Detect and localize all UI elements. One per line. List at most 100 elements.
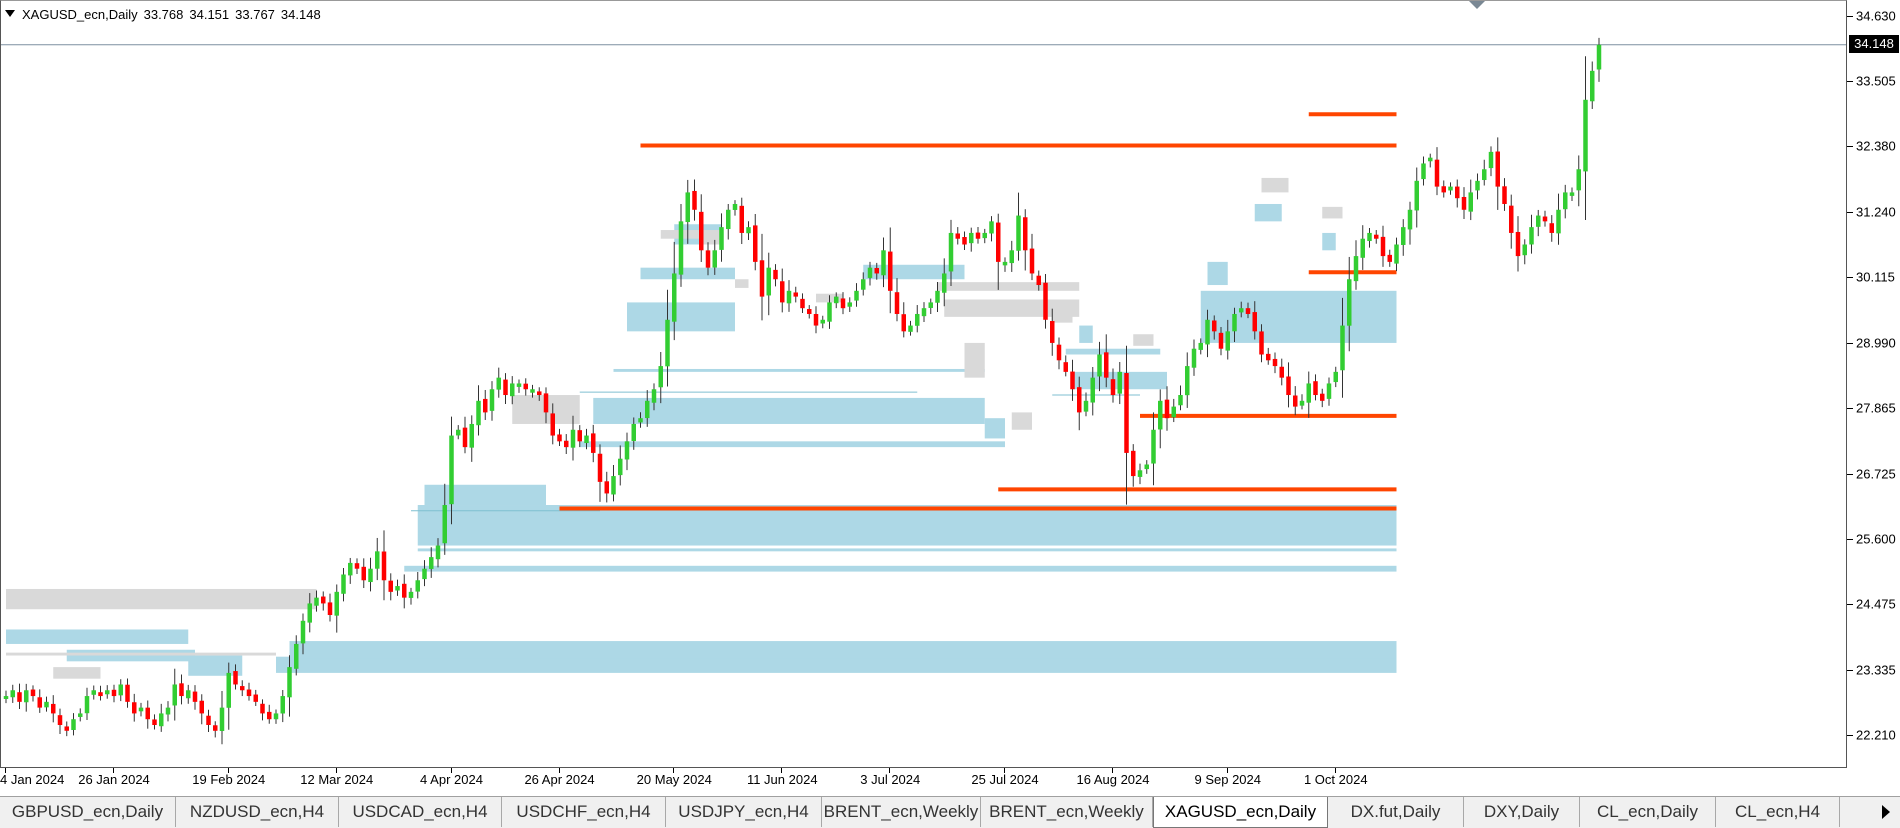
bear-candle — [1124, 373, 1129, 453]
bull-candle — [1090, 377, 1095, 403]
bull-candle — [118, 684, 123, 696]
bull-candle — [867, 267, 873, 278]
bull-candle — [1185, 366, 1190, 396]
bear-candle — [1029, 248, 1035, 274]
tab-xagusd-ecn-daily[interactable]: XAGUSD_ecn,Daily — [1153, 797, 1328, 828]
bear-candle — [699, 211, 704, 251]
bull-candle — [712, 250, 717, 268]
bear-candle — [962, 237, 967, 245]
tab-nzdusd-ecn-h4[interactable]: NZDUSD_ecn,H4 — [176, 797, 339, 827]
tab-cl-ecn-h4[interactable]: CL_ecn,H4 — [1716, 797, 1840, 827]
tab-dx-fut-daily[interactable]: DX.fut,Daily — [1328, 797, 1464, 827]
bull-candle — [651, 389, 657, 403]
price-label: 31.240 — [1856, 204, 1896, 220]
bear-candle — [1063, 362, 1068, 372]
bear-candle — [1104, 352, 1109, 378]
chart-area[interactable]: XAGUSD_ecn,Daily 33.768 34.151 33.767 34.148 — [0, 0, 1847, 768]
chart-shift-marker-icon[interactable] — [1469, 1, 1485, 9]
bull-candle — [645, 400, 650, 419]
bear-candle — [1110, 379, 1116, 396]
bear-candle — [739, 205, 744, 233]
demand-zone — [424, 484, 546, 506]
bull-candle — [1347, 279, 1352, 326]
bear-candle — [564, 440, 569, 448]
bear-candle — [1455, 186, 1460, 199]
bear-candle — [57, 715, 63, 726]
bull-candle — [105, 690, 110, 695]
bear-candle — [591, 433, 596, 453]
bull-candle — [1576, 169, 1581, 191]
price-tick — [1847, 735, 1853, 736]
bear-candle — [1495, 151, 1500, 187]
bear-candle — [557, 434, 562, 442]
bull-candle — [496, 377, 501, 390]
bear-candle — [840, 298, 846, 309]
bear-candle — [1252, 312, 1257, 332]
bear-candle — [894, 292, 900, 314]
bull-candle — [91, 690, 96, 695]
bear-candle — [240, 686, 245, 691]
tab-usdchf-ecn-h4[interactable]: USDCHF_ecn,H4 — [502, 797, 666, 827]
price-axis: 34.148 34.630 33.505 32.380 31.240 30.115 28.… — [1847, 0, 1900, 768]
scroll-right-icon[interactable] — [1882, 805, 1890, 819]
bear-candle — [388, 580, 393, 592]
bear-candle — [543, 393, 549, 413]
price-label: 34.630 — [1856, 8, 1896, 24]
bull-candle — [672, 273, 677, 322]
time-label: 25 Jul 2024 — [971, 772, 1039, 787]
bull-candle — [1205, 319, 1210, 345]
price-label: 28.990 — [1856, 335, 1896, 350]
bear-candle — [773, 269, 778, 280]
bear-candle — [233, 671, 238, 685]
bull-candle — [415, 580, 420, 592]
price-tick — [1847, 669, 1853, 671]
bear-candle — [800, 298, 805, 309]
bear-candle — [1542, 216, 1548, 222]
bull-candle — [1002, 261, 1008, 266]
price-tick — [1847, 342, 1853, 344]
price-label: 32.380 — [1856, 138, 1896, 154]
bear-candle — [51, 703, 56, 714]
bull-candle — [861, 279, 866, 290]
tab-brent-ecn-weekly[interactable]: BRENT_ecn,Weekly — [822, 797, 981, 827]
tab-gbpusd-ecn-daily[interactable]: GBPUSD_ecn,Daily — [0, 797, 176, 827]
bear-candle — [145, 707, 150, 720]
bull-candle — [287, 667, 292, 698]
bull-candle — [1171, 406, 1176, 418]
price-chart[interactable] — [1, 1, 1847, 768]
bear-candle — [975, 232, 981, 239]
collapse-triangle-icon[interactable] — [5, 10, 15, 17]
bull-candle — [138, 707, 144, 712]
tab-usdcad-ecn-h4[interactable]: USDCAD_ecn,H4 — [339, 797, 502, 827]
bull-candle — [429, 557, 434, 569]
bull-candle — [915, 313, 920, 326]
bull-candle — [1353, 256, 1359, 282]
bull-candle — [854, 290, 859, 301]
supply-zone — [1261, 177, 1289, 193]
bull-candle — [422, 568, 427, 580]
bear-candle — [327, 602, 333, 616]
bull-candle — [1083, 400, 1089, 412]
demand-zone — [276, 656, 1397, 673]
bear-candle — [361, 566, 366, 581]
bull-candle — [442, 505, 447, 544]
supply-zone — [53, 667, 101, 679]
tab-cl-ecn-daily[interactable]: CL_ecn,Daily — [1580, 797, 1716, 827]
tab-usdjpy-ecn-h4[interactable]: USDJPY_ecn,H4 — [666, 797, 822, 827]
bull-candle — [307, 603, 312, 623]
tab-dxy-daily[interactable]: DXY,Daily — [1464, 797, 1580, 827]
bear-candle — [1286, 376, 1291, 396]
bull-candle — [375, 551, 380, 569]
time-label: 26 Apr 2024 — [524, 772, 595, 787]
bear-candle — [37, 697, 42, 708]
bull-candle — [1158, 400, 1163, 430]
bear-candle — [577, 430, 582, 442]
bull-candle — [1401, 227, 1406, 245]
tab-brent-ecn-weekly[interactable]: BRENT_ecn,Weekly — [981, 797, 1153, 827]
demand-zone — [404, 565, 1397, 572]
bull-candle — [1563, 192, 1568, 210]
bull-candle — [584, 435, 589, 444]
demand-zone — [640, 267, 735, 280]
bull-candle — [510, 383, 515, 397]
bear-candle — [152, 719, 157, 726]
